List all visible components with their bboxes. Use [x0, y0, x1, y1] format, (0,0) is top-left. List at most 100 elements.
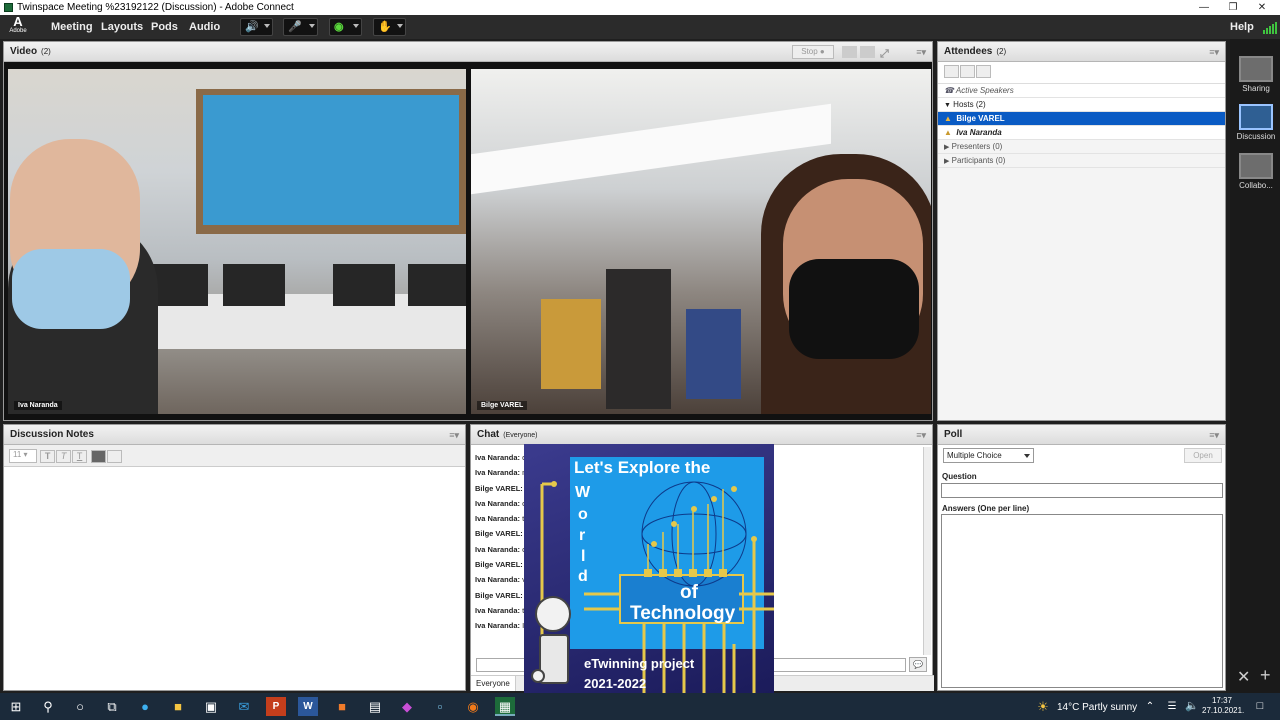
stop-video-button[interactable]: Stop ●: [792, 45, 834, 59]
app-icon[interactable]: ■: [332, 697, 352, 716]
close-button[interactable]: ✕: [1248, 0, 1276, 15]
chevron-down-icon[interactable]: [353, 24, 359, 28]
poster-project: eTwinning project: [584, 656, 695, 671]
menu-help[interactable]: Help: [1230, 21, 1254, 33]
pod-options-icon[interactable]: ≡▾: [1209, 425, 1219, 445]
font-size-select[interactable]: 11 ▾: [9, 449, 37, 463]
host-icon: ▲: [944, 128, 952, 137]
filmstrip-view-icon[interactable]: [860, 46, 875, 58]
paint-icon[interactable]: ◆: [397, 697, 417, 716]
chevron-down-icon[interactable]: [309, 24, 315, 28]
clock[interactable]: 17:37 27.10.2021.: [1202, 696, 1245, 716]
chat-scrollbar[interactable]: [923, 447, 931, 655]
etwinning-poster: Let's Explore the W o r l d of Technolog…: [524, 444, 774, 693]
poll-type-select[interactable]: Multiple Choice: [943, 448, 1034, 463]
chat-sender: Iva Naranda:: [475, 621, 521, 631]
poster-headline: Let's Explore the: [574, 458, 711, 477]
add-layout-icon[interactable]: +: [1260, 665, 1271, 686]
chevron-up-icon[interactable]: ⌃: [1140, 697, 1160, 716]
chat-tab-everyone[interactable]: Everyone: [471, 676, 516, 691]
poster-years: 2021-2022: [584, 676, 647, 691]
italic-icon[interactable]: T: [56, 449, 72, 463]
attendee-row[interactable]: ▲ Iva Naranda: [938, 126, 1225, 140]
video-count: (2): [41, 47, 51, 56]
chat-scope: (Everyone): [503, 432, 538, 439]
status-view-icon[interactable]: [976, 65, 991, 78]
bold-icon[interactable]: T: [40, 449, 56, 463]
store-icon[interactable]: ▣: [201, 697, 221, 716]
windows-start-icon[interactable]: ⊞: [6, 697, 26, 716]
chevron-down-icon[interactable]: [397, 24, 403, 28]
question-input[interactable]: [941, 483, 1223, 498]
speaker-icon: 🔊: [245, 21, 259, 33]
clock-date: 27.10.2021.: [1202, 706, 1245, 715]
pod-options-icon[interactable]: ≡▾: [916, 425, 926, 445]
maximize-button[interactable]: ❐: [1219, 0, 1247, 15]
open-poll-button[interactable]: Open: [1184, 448, 1222, 463]
layout-collaboration[interactable]: Collabo...: [1234, 153, 1278, 190]
grid-view-icon[interactable]: [842, 46, 857, 58]
microphone-control[interactable]: 🎤: [283, 18, 318, 36]
mail-icon[interactable]: ✉: [234, 697, 254, 716]
network-icon[interactable]: ☰: [1162, 697, 1182, 716]
adobe-connect-taskbar-icon[interactable]: ▦: [495, 697, 515, 716]
pod-options-icon[interactable]: ≡▾: [916, 42, 926, 62]
hosts-group[interactable]: ▼ Hosts (2): [938, 98, 1225, 112]
text-color-icon[interactable]: [91, 449, 107, 463]
active-speakers-row: ☎ Active Speakers: [938, 84, 1225, 98]
chat-pod-title: Chat: [477, 429, 500, 440]
chat-sender: Iva Naranda:: [475, 468, 521, 478]
presenters-group[interactable]: ▶ Presenters (0): [938, 140, 1225, 154]
file-explorer-icon[interactable]: ■: [168, 697, 188, 716]
participants-group[interactable]: ▶ Participants (0): [938, 154, 1225, 168]
chat-sender: Iva Naranda:: [475, 544, 521, 554]
raise-hand-control[interactable]: ✋: [373, 18, 406, 36]
notes-pod-title: Discussion Notes: [10, 429, 94, 440]
laptop-2: [223, 264, 285, 306]
raise-hand-icon: ✋: [378, 21, 392, 33]
notes-textarea[interactable]: [4, 467, 465, 689]
chat-sender: Bilge VAREL:: [475, 590, 523, 600]
notes-app-icon[interactable]: ▫: [430, 697, 450, 716]
app-icon: [4, 3, 13, 12]
close-icon[interactable]: ✕: [1237, 667, 1250, 687]
pod-options-icon[interactable]: ≡▾: [449, 425, 459, 445]
weather-text[interactable]: 14°C Partly sunny: [1057, 702, 1137, 713]
document-icon[interactable]: ▤: [365, 697, 385, 716]
video-tile-bilge[interactable]: Bilge VAREL: [471, 69, 931, 414]
minimize-button[interactable]: —: [1190, 0, 1218, 15]
layout-discussion[interactable]: Discussion: [1234, 104, 1278, 141]
pod-options-icon[interactable]: ≡▾: [1209, 42, 1219, 62]
breakout-icon[interactable]: [960, 65, 975, 78]
menu-pods[interactable]: Pods: [151, 21, 178, 33]
volume-icon[interactable]: 🔈: [1182, 697, 1202, 716]
firefox-icon[interactable]: ◉: [463, 697, 483, 716]
powerpoint-icon[interactable]: P: [266, 697, 286, 716]
notification-icon[interactable]: □: [1250, 697, 1270, 716]
attendee-row[interactable]: ▲ Bilge VAREL: [938, 112, 1225, 126]
search-icon[interactable]: ⚲: [38, 697, 58, 716]
word-icon[interactable]: W: [298, 697, 318, 716]
edge-icon[interactable]: ●: [135, 697, 155, 716]
task-view-icon[interactable]: ⧉: [102, 697, 122, 716]
layout-thumbnail: [1239, 56, 1273, 82]
underline-icon[interactable]: T: [72, 449, 88, 463]
menu-layouts[interactable]: Layouts: [101, 21, 143, 33]
menu-audio[interactable]: Audio: [189, 21, 220, 33]
answers-textarea[interactable]: [941, 514, 1223, 688]
speaker-control[interactable]: 🔊: [240, 18, 273, 36]
logo-letter: A: [13, 14, 23, 29]
chevron-down-icon: [1024, 454, 1030, 458]
webcam-control[interactable]: ◉: [329, 18, 362, 36]
cortana-icon[interactable]: ○: [70, 697, 90, 716]
menu-meeting[interactable]: Meeting: [51, 21, 93, 33]
chevron-down-icon[interactable]: [264, 24, 270, 28]
send-message-icon[interactable]: 💬: [909, 657, 927, 672]
bullet-list-icon[interactable]: [107, 449, 123, 463]
attendees-toolbar: [938, 62, 1225, 84]
font-size-value: 11: [13, 450, 22, 459]
layout-sharing[interactable]: Sharing: [1234, 56, 1278, 93]
video-tile-iva[interactable]: Iva Naranda: [8, 69, 466, 414]
fullscreen-icon[interactable]: ⤢: [880, 44, 889, 64]
list-view-icon[interactable]: [944, 65, 959, 78]
